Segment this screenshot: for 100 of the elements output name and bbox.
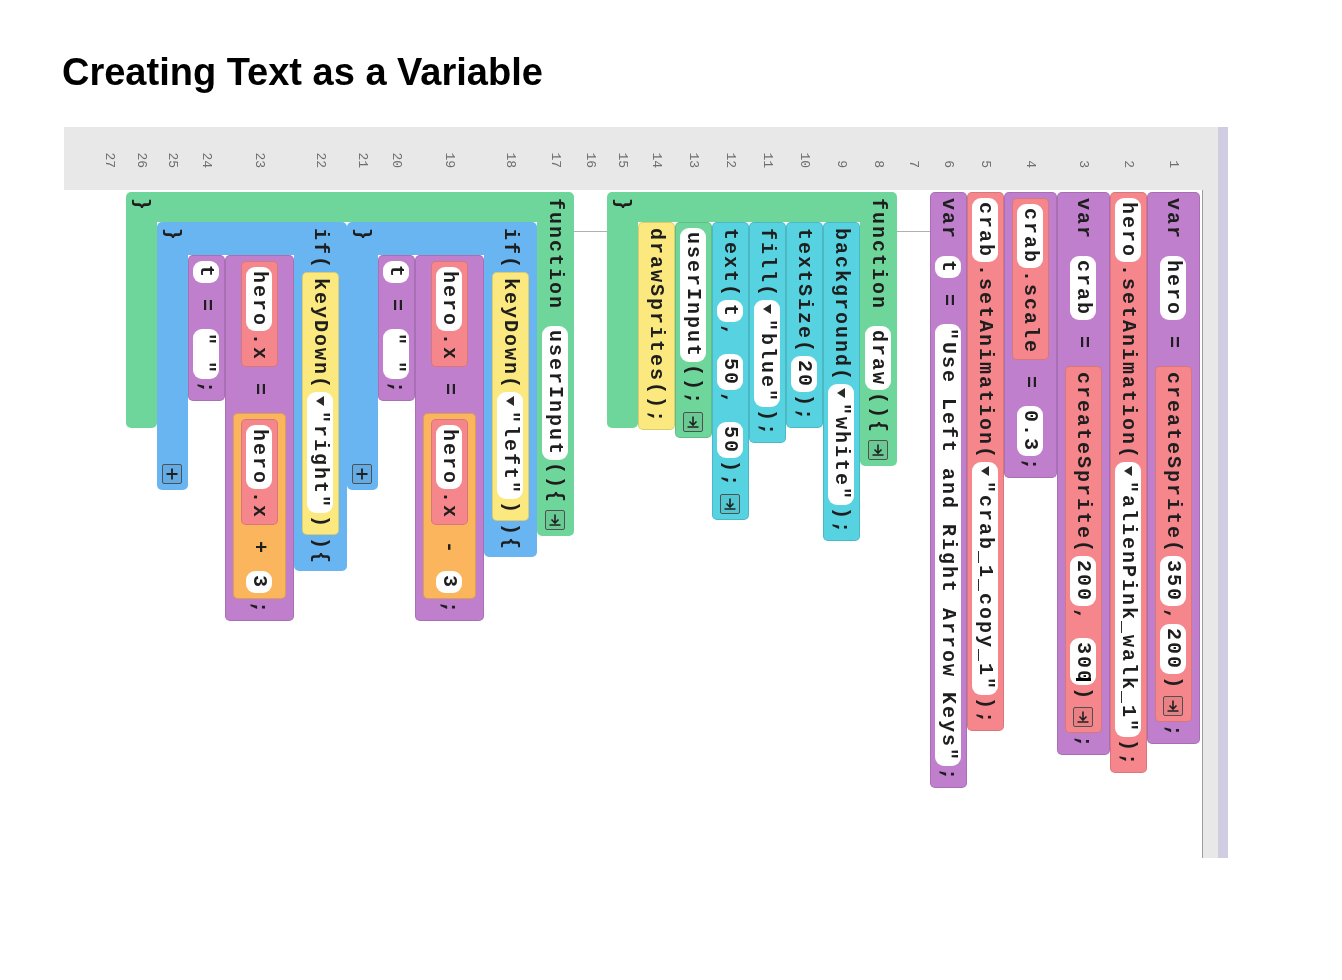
text-cursor-icon — [1076, 678, 1091, 682]
page-title: Creating Text as a Variable — [62, 53, 543, 91]
expression-block[interactable]: hero .x — [241, 419, 278, 526]
code-text: } — [160, 228, 186, 242]
block-footer[interactable]: } — [347, 222, 378, 490]
code-text: (); — [681, 364, 707, 407]
code-block[interactable]: var t = "Use Left and Right Arrow Keys" ; — [930, 192, 967, 789]
dropdown-slot[interactable]: "crab_1_copy_1" — [972, 462, 999, 696]
code-block[interactable]: text( t , 50 , 50 ); — [712, 222, 749, 521]
line-number: 17 — [549, 152, 562, 168]
arrow-button[interactable] — [1073, 707, 1094, 728]
value-slot[interactable]: 200 — [1070, 556, 1097, 607]
dropdown-icon[interactable] — [763, 304, 772, 314]
expression-block[interactable]: createSprite( 350 , 200 ) — [1155, 366, 1192, 723]
value-slot[interactable]: t — [935, 256, 962, 279]
code-block[interactable]: drawSprites(); — [638, 222, 675, 431]
value-slot[interactable]: userInput — [680, 228, 707, 363]
value-slot[interactable]: hero — [246, 425, 273, 490]
code-block[interactable]: fill( "blue" ); — [749, 222, 786, 444]
value-slot[interactable]: crab — [1017, 204, 1044, 268]
code-text: } — [129, 198, 155, 212]
code-block[interactable]: textSize( 20 ); — [786, 222, 823, 429]
value-slot[interactable]: hero — [1115, 198, 1142, 262]
value-slot[interactable]: hero — [1160, 256, 1187, 321]
block-footer[interactable]: } — [607, 192, 638, 428]
value-slot[interactable]: crab — [972, 198, 999, 262]
code-block[interactable]: hero .x = hero .x - 3 ; — [415, 255, 484, 622]
dropdown-slot[interactable]: "left" — [497, 392, 524, 500]
add-button[interactable] — [162, 464, 183, 484]
value-slot[interactable]: hero — [436, 267, 463, 331]
arrow-button[interactable] — [1163, 696, 1184, 717]
block-header[interactable]: function draw (){ — [860, 192, 897, 467]
add-button[interactable] — [352, 464, 373, 484]
code-text: .scale — [1018, 270, 1044, 355]
code-text: = — [247, 383, 273, 398]
line-number: 23 — [253, 152, 266, 168]
code-block[interactable]: crab .setAnimation( "crab_1_copy_1" ); — [967, 192, 1004, 732]
dropdown-slot[interactable]: "right" — [307, 392, 334, 514]
value-slot[interactable]: 200 — [1160, 624, 1187, 675]
code-block[interactable]: hero .x = hero .x + 3 ; — [225, 255, 294, 622]
value-slot[interactable]: 20 — [791, 356, 818, 393]
code-block[interactable]: var hero = createSprite( 350 , 200 ) ; — [1147, 192, 1200, 745]
expression-block[interactable]: hero .x — [431, 261, 468, 368]
block-header[interactable]: function userInput (){ — [537, 192, 574, 537]
arrow-button[interactable] — [683, 412, 704, 433]
expression-block[interactable]: hero .x - 3 — [423, 413, 476, 600]
line-number: 27 — [103, 152, 116, 168]
value-slot[interactable]: 3 — [436, 571, 463, 594]
expression-block[interactable]: keyDown( "right" ) — [302, 272, 339, 536]
dropdown-slot[interactable]: "blue" — [754, 300, 781, 408]
code-block[interactable]: t = " " ; — [378, 255, 415, 402]
arrow-button[interactable] — [545, 510, 566, 531]
dropdown-slot[interactable]: "white" — [828, 384, 855, 506]
value-slot[interactable]: t — [193, 261, 220, 283]
code-text: = — [384, 299, 410, 314]
dropdown-icon[interactable] — [316, 396, 325, 407]
code-text: .x — [437, 333, 463, 362]
dropdown-icon[interactable] — [981, 466, 990, 477]
value-slot[interactable]: " " — [193, 329, 220, 380]
value-slot[interactable]: 0.3 — [1017, 406, 1044, 457]
dropdown-icon[interactable] — [506, 396, 515, 407]
dropdown-icon[interactable] — [1124, 466, 1133, 477]
block-footer[interactable]: } — [126, 192, 157, 428]
expression-block[interactable]: hero .x + 3 — [233, 413, 286, 600]
expression-block[interactable]: hero .x — [431, 419, 468, 526]
code-text: text( — [718, 228, 744, 298]
expression-block[interactable]: keyDown( "left" ) — [492, 272, 529, 522]
code-text: (){ — [866, 392, 892, 435]
value-slot[interactable]: t — [717, 300, 744, 323]
code-block[interactable]: userInput (); — [675, 222, 712, 439]
dropdown-slot[interactable]: "alienPink_walk_1" — [1115, 462, 1142, 738]
value-slot[interactable]: 3 — [246, 571, 273, 594]
code-block[interactable]: crab .scale = 0.3 ; — [1004, 192, 1057, 479]
code-text: , — [718, 324, 744, 339]
block-footer[interactable]: } — [157, 222, 188, 490]
expression-block[interactable]: crab .scale — [1012, 198, 1049, 361]
value-slot[interactable]: hero — [436, 425, 463, 490]
dropdown-icon[interactable] — [837, 388, 846, 399]
value-slot[interactable]: t — [383, 261, 410, 283]
block-header[interactable]: if( keyDown( "left" ) ){ — [484, 222, 537, 558]
arrow-button[interactable] — [868, 440, 889, 461]
expression-block[interactable]: hero .x — [241, 261, 278, 368]
value-slot[interactable]: userInput — [542, 326, 569, 461]
block-header[interactable]: if( keyDown( "right" ) ){ — [294, 222, 347, 572]
code-text: = — [1018, 376, 1044, 391]
value-slot[interactable]: draw — [865, 326, 892, 391]
code-text: ; — [1161, 724, 1187, 739]
code-block[interactable]: hero .setAnimation( "alienPink_walk_1" ); — [1110, 192, 1147, 774]
code-text: ; — [247, 601, 273, 616]
value-slot[interactable]: " " — [383, 329, 410, 380]
value-slot[interactable]: 50 — [717, 354, 744, 391]
value-slot[interactable]: "Use Left and Right Arrow Keys" — [935, 324, 962, 767]
value-slot[interactable]: 350 — [1160, 556, 1187, 607]
code-block[interactable]: background( "white" ); — [823, 222, 860, 542]
line-number: 7 — [907, 160, 920, 168]
value-slot[interactable]: 50 — [717, 422, 744, 459]
arrow-button[interactable] — [720, 494, 741, 515]
code-block[interactable]: t = " " ; — [188, 255, 225, 402]
value-slot[interactable]: crab — [1070, 256, 1097, 321]
value-slot[interactable]: hero — [246, 267, 273, 331]
